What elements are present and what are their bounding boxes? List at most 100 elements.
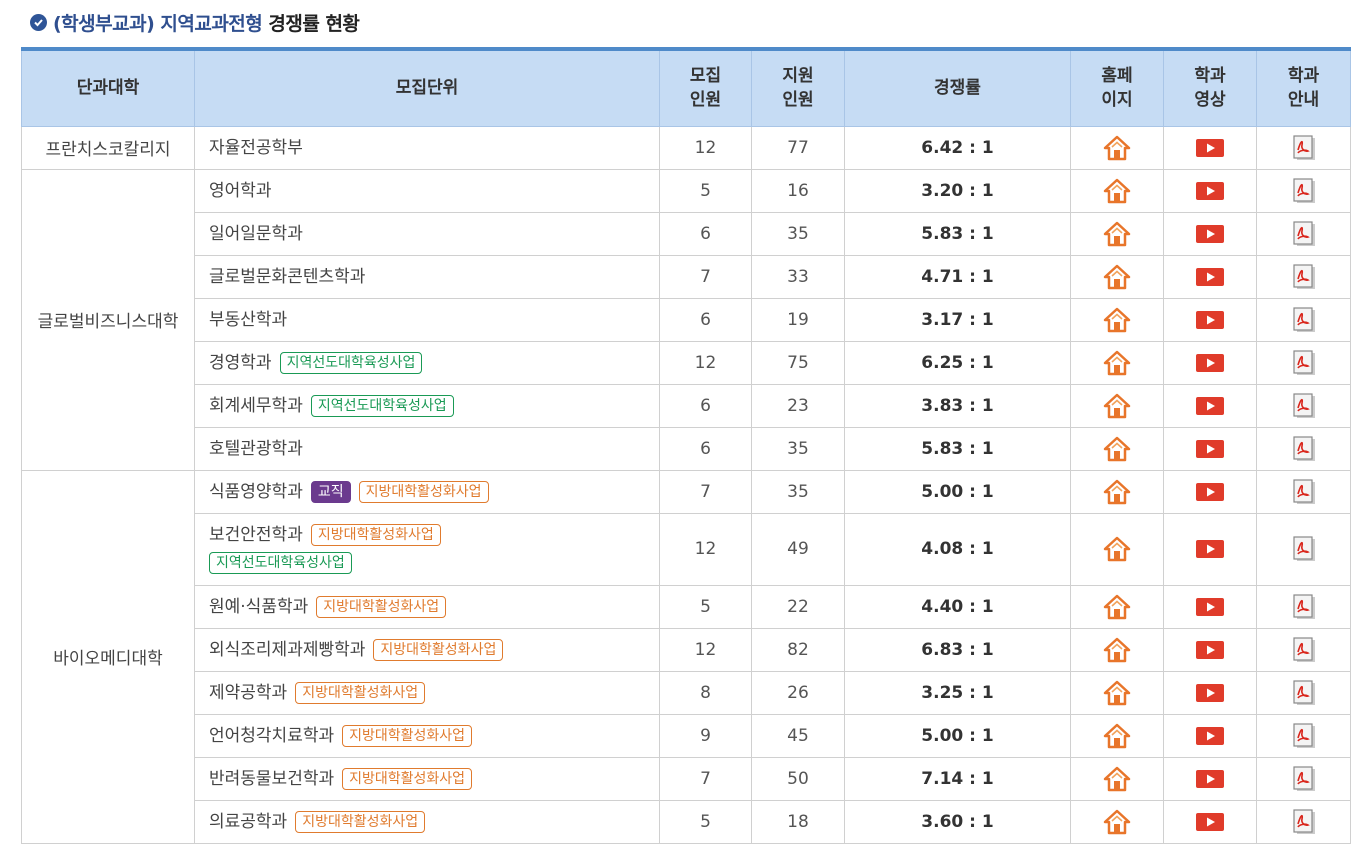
pdf-document-icon[interactable]	[1291, 808, 1317, 834]
homepage-link[interactable]	[1070, 125, 1164, 170]
homepage-link[interactable]	[1070, 426, 1164, 471]
home-icon[interactable]	[1103, 536, 1131, 562]
homepage-link[interactable]	[1070, 340, 1164, 385]
youtube-play-icon[interactable]	[1195, 353, 1225, 373]
guide-link[interactable]	[1256, 125, 1351, 170]
video-link[interactable]	[1163, 211, 1257, 256]
guide-link[interactable]	[1256, 627, 1351, 672]
home-icon[interactable]	[1103, 680, 1131, 705]
youtube-play-icon[interactable]	[1195, 597, 1225, 617]
pdf-document-icon[interactable]	[1291, 636, 1317, 662]
home-icon[interactable]	[1103, 135, 1131, 160]
youtube-play-icon[interactable]	[1195, 439, 1225, 459]
guide-link[interactable]	[1256, 340, 1351, 385]
homepage-link[interactable]	[1070, 383, 1164, 428]
homepage-link[interactable]	[1070, 469, 1164, 514]
youtube-play-icon[interactable]	[1195, 267, 1225, 287]
video-link[interactable]	[1163, 584, 1257, 629]
guide-link[interactable]	[1256, 297, 1351, 342]
video-link[interactable]	[1163, 469, 1257, 514]
youtube-play-icon[interactable]	[1195, 181, 1225, 201]
youtube-play-icon[interactable]	[1195, 539, 1225, 559]
unit-cell: 회계세무학과 지역선도대학육성사업	[194, 383, 660, 428]
home-icon[interactable]	[1103, 307, 1131, 332]
youtube-play-icon[interactable]	[1195, 640, 1225, 660]
youtube-play-icon[interactable]	[1195, 396, 1225, 416]
youtube-play-icon[interactable]	[1195, 726, 1225, 746]
pdf-document-icon[interactable]	[1291, 435, 1317, 461]
pdf-document-icon[interactable]	[1291, 134, 1317, 160]
video-link[interactable]	[1163, 713, 1257, 758]
youtube-play-icon[interactable]	[1195, 683, 1225, 703]
youtube-play-icon[interactable]	[1195, 812, 1225, 832]
video-link[interactable]	[1163, 383, 1257, 428]
homepage-link[interactable]	[1070, 254, 1164, 299]
homepage-link[interactable]	[1070, 756, 1164, 801]
home-icon[interactable]	[1103, 350, 1131, 375]
video-link[interactable]	[1163, 340, 1257, 385]
home-icon[interactable]	[1103, 479, 1131, 504]
homepage-link[interactable]	[1070, 670, 1164, 715]
guide-link[interactable]	[1256, 168, 1351, 213]
home-icon[interactable]	[1103, 809, 1131, 834]
guide-link[interactable]	[1256, 383, 1351, 428]
homepage-link[interactable]	[1070, 799, 1164, 844]
home-icon[interactable]	[1103, 723, 1131, 748]
guide-link[interactable]	[1256, 426, 1351, 471]
video-link[interactable]	[1163, 756, 1257, 801]
youtube-play-icon[interactable]	[1195, 224, 1225, 244]
table-row: 의료공학과 지방대학활성화사업 5 18 3.60 : 1	[22, 799, 1351, 844]
home-icon[interactable]	[1103, 393, 1131, 418]
guide-link[interactable]	[1256, 584, 1351, 629]
home-icon[interactable]	[1103, 221, 1131, 246]
homepage-link[interactable]	[1070, 713, 1164, 758]
video-link[interactable]	[1163, 297, 1257, 342]
video-link[interactable]	[1163, 125, 1257, 170]
pdf-document-icon[interactable]	[1291, 306, 1317, 332]
pdf-document-icon[interactable]	[1291, 765, 1317, 791]
pdf-document-icon[interactable]	[1291, 478, 1317, 504]
pdf-document-icon[interactable]	[1291, 593, 1317, 619]
youtube-play-icon[interactable]	[1195, 310, 1225, 330]
video-link[interactable]	[1163, 670, 1257, 715]
video-link[interactable]	[1163, 512, 1257, 586]
youtube-play-icon[interactable]	[1195, 138, 1225, 158]
quota-cell: 5	[659, 799, 752, 844]
guide-link[interactable]	[1256, 756, 1351, 801]
home-icon[interactable]	[1103, 637, 1131, 662]
homepage-link[interactable]	[1070, 168, 1164, 213]
homepage-link[interactable]	[1070, 584, 1164, 629]
pdf-document-icon[interactable]	[1291, 536, 1317, 561]
youtube-play-icon[interactable]	[1195, 482, 1225, 502]
guide-link[interactable]	[1256, 469, 1351, 514]
pdf-document-icon[interactable]	[1291, 220, 1317, 246]
unit-name: 식품영양학과	[209, 481, 303, 502]
homepage-link[interactable]	[1070, 512, 1164, 586]
pdf-document-icon[interactable]	[1291, 722, 1317, 748]
home-icon[interactable]	[1103, 178, 1131, 203]
pdf-document-icon[interactable]	[1291, 392, 1317, 418]
pdf-document-icon[interactable]	[1291, 679, 1317, 705]
guide-link[interactable]	[1256, 254, 1351, 299]
home-icon[interactable]	[1103, 766, 1131, 791]
home-icon[interactable]	[1103, 594, 1131, 619]
home-icon[interactable]	[1103, 264, 1131, 289]
pdf-document-icon[interactable]	[1291, 349, 1317, 375]
guide-link[interactable]	[1256, 799, 1351, 844]
video-link[interactable]	[1163, 426, 1257, 471]
guide-link[interactable]	[1256, 512, 1351, 586]
pdf-document-icon[interactable]	[1291, 177, 1317, 203]
video-link[interactable]	[1163, 168, 1257, 213]
guide-link[interactable]	[1256, 211, 1351, 256]
home-icon[interactable]	[1103, 436, 1131, 461]
video-link[interactable]	[1163, 254, 1257, 299]
guide-link[interactable]	[1256, 670, 1351, 715]
homepage-link[interactable]	[1070, 211, 1164, 256]
guide-link[interactable]	[1256, 713, 1351, 758]
video-link[interactable]	[1163, 627, 1257, 672]
homepage-link[interactable]	[1070, 627, 1164, 672]
video-link[interactable]	[1163, 799, 1257, 844]
homepage-link[interactable]	[1070, 297, 1164, 342]
youtube-play-icon[interactable]	[1195, 769, 1225, 789]
pdf-document-icon[interactable]	[1291, 263, 1317, 289]
